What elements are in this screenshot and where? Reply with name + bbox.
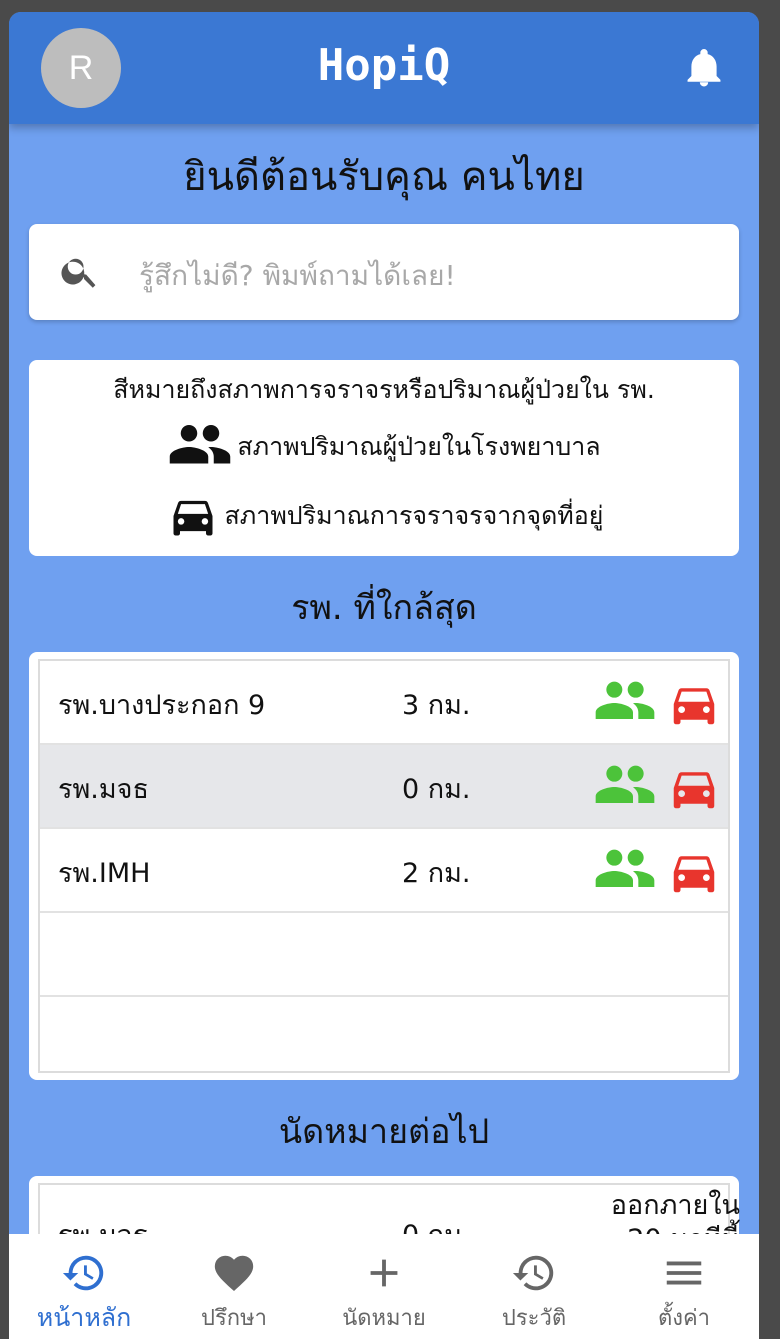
nav-settings-label: ตั้งค่า — [657, 1306, 711, 1331]
patient-status-icon — [595, 765, 655, 803]
hospital-distance: 0 กม. — [402, 774, 471, 805]
traffic-status-icon — [673, 772, 715, 809]
app-title: HopiQ — [317, 40, 451, 91]
hospital-name: รพ.มจธ — [58, 774, 149, 805]
hospital-name: รพ.บางประกอก 9 — [58, 690, 266, 721]
nav-home[interactable]: หน้าหลัก — [9, 1234, 159, 1339]
car-icon — [173, 500, 213, 536]
heart-icon — [214, 1255, 254, 1292]
legend-traffic-label: สภาพปริมาณการจราจรจากจุดที่อยู่ — [224, 501, 604, 530]
people-icon — [170, 425, 231, 464]
patient-status-icon — [595, 849, 655, 887]
hospital-distance: 2 กม. — [402, 858, 471, 889]
nearest-hospitals-table: รพ.บางประกอก 9 3 กม. รพ.มจธ 0 กม. รพ.IMH… — [29, 652, 739, 1080]
legend-patients-label: สภาพปริมาณผู้ป่วยในโรงพยาบาล — [237, 432, 601, 461]
hospital-name: รพ.IMH — [58, 858, 151, 889]
table-row-empty — [40, 913, 728, 997]
table-row-empty — [40, 997, 728, 1081]
search-bar[interactable]: รู้สึกไม่ดี? พิมพ์ถามได้เลย! — [29, 224, 739, 320]
menu-icon — [666, 1261, 702, 1285]
legend-patients: สภาพปริมาณผู้ป่วยในโรงพยาบาล — [29, 422, 739, 472]
app-header: R HopiQ — [9, 12, 759, 124]
patient-status-icon — [595, 681, 655, 719]
traffic-status-icon — [673, 688, 715, 725]
nav-history[interactable]: ประวัติ — [459, 1234, 609, 1339]
history-icon — [512, 1255, 554, 1291]
legend-title: สีหมายถึงสภาพการจราจรหรือปริมาณผู้ป่วยใน… — [113, 375, 655, 404]
nav-appointment[interactable]: นัดหมาย — [309, 1234, 459, 1339]
table-row[interactable]: รพ.IMH 2 กม. — [40, 829, 728, 913]
legend-card: สีหมายถึงสภาพการจราจรหรือปริมาณผู้ป่วยใน… — [29, 360, 739, 556]
traffic-status-icon — [673, 856, 715, 893]
nav-home-label: หน้าหลัก — [36, 1303, 132, 1332]
legend-traffic: สภาพปริมาณการจราจรจากจุดที่อยู่ — [29, 490, 739, 542]
hospital-distance: 3 กม. — [402, 690, 471, 721]
nav-history-label: ประวัติ — [501, 1306, 567, 1331]
app-screen: R HopiQ ยินดีต้อนรับคุณ คนไทย รู้สึกไม่ด… — [9, 12, 759, 1339]
plus-icon — [370, 1259, 398, 1287]
next-appointment-title: นัดหมายต่อไป — [278, 1112, 490, 1152]
bell-icon[interactable] — [683, 46, 725, 92]
home-history-icon — [62, 1255, 104, 1291]
bottom-navigation: หน้าหลัก ปรึกษา นัดหมาย ประวัติ ตั้งค่า — [9, 1234, 759, 1339]
nav-appointment-label: นัดหมาย — [342, 1306, 426, 1331]
search-icon — [61, 258, 96, 288]
welcome-message: ยินดีต้อนรับคุณ คนไทย — [183, 154, 585, 200]
table-row[interactable]: รพ.บางประกอก 9 3 กม. — [40, 661, 728, 745]
search-input[interactable]: รู้สึกไม่ดี? พิมพ์ถามได้เลย! — [139, 254, 456, 298]
nav-consult-label: ปรึกษา — [201, 1306, 267, 1331]
nav-settings[interactable]: ตั้งค่า — [609, 1234, 759, 1339]
table-row[interactable]: รพ.มจธ 0 กม. — [40, 745, 728, 829]
nearest-hospitals-title: รพ. ที่ใกล้สุด — [291, 588, 477, 628]
nav-consult[interactable]: ปรึกษา — [159, 1234, 309, 1339]
